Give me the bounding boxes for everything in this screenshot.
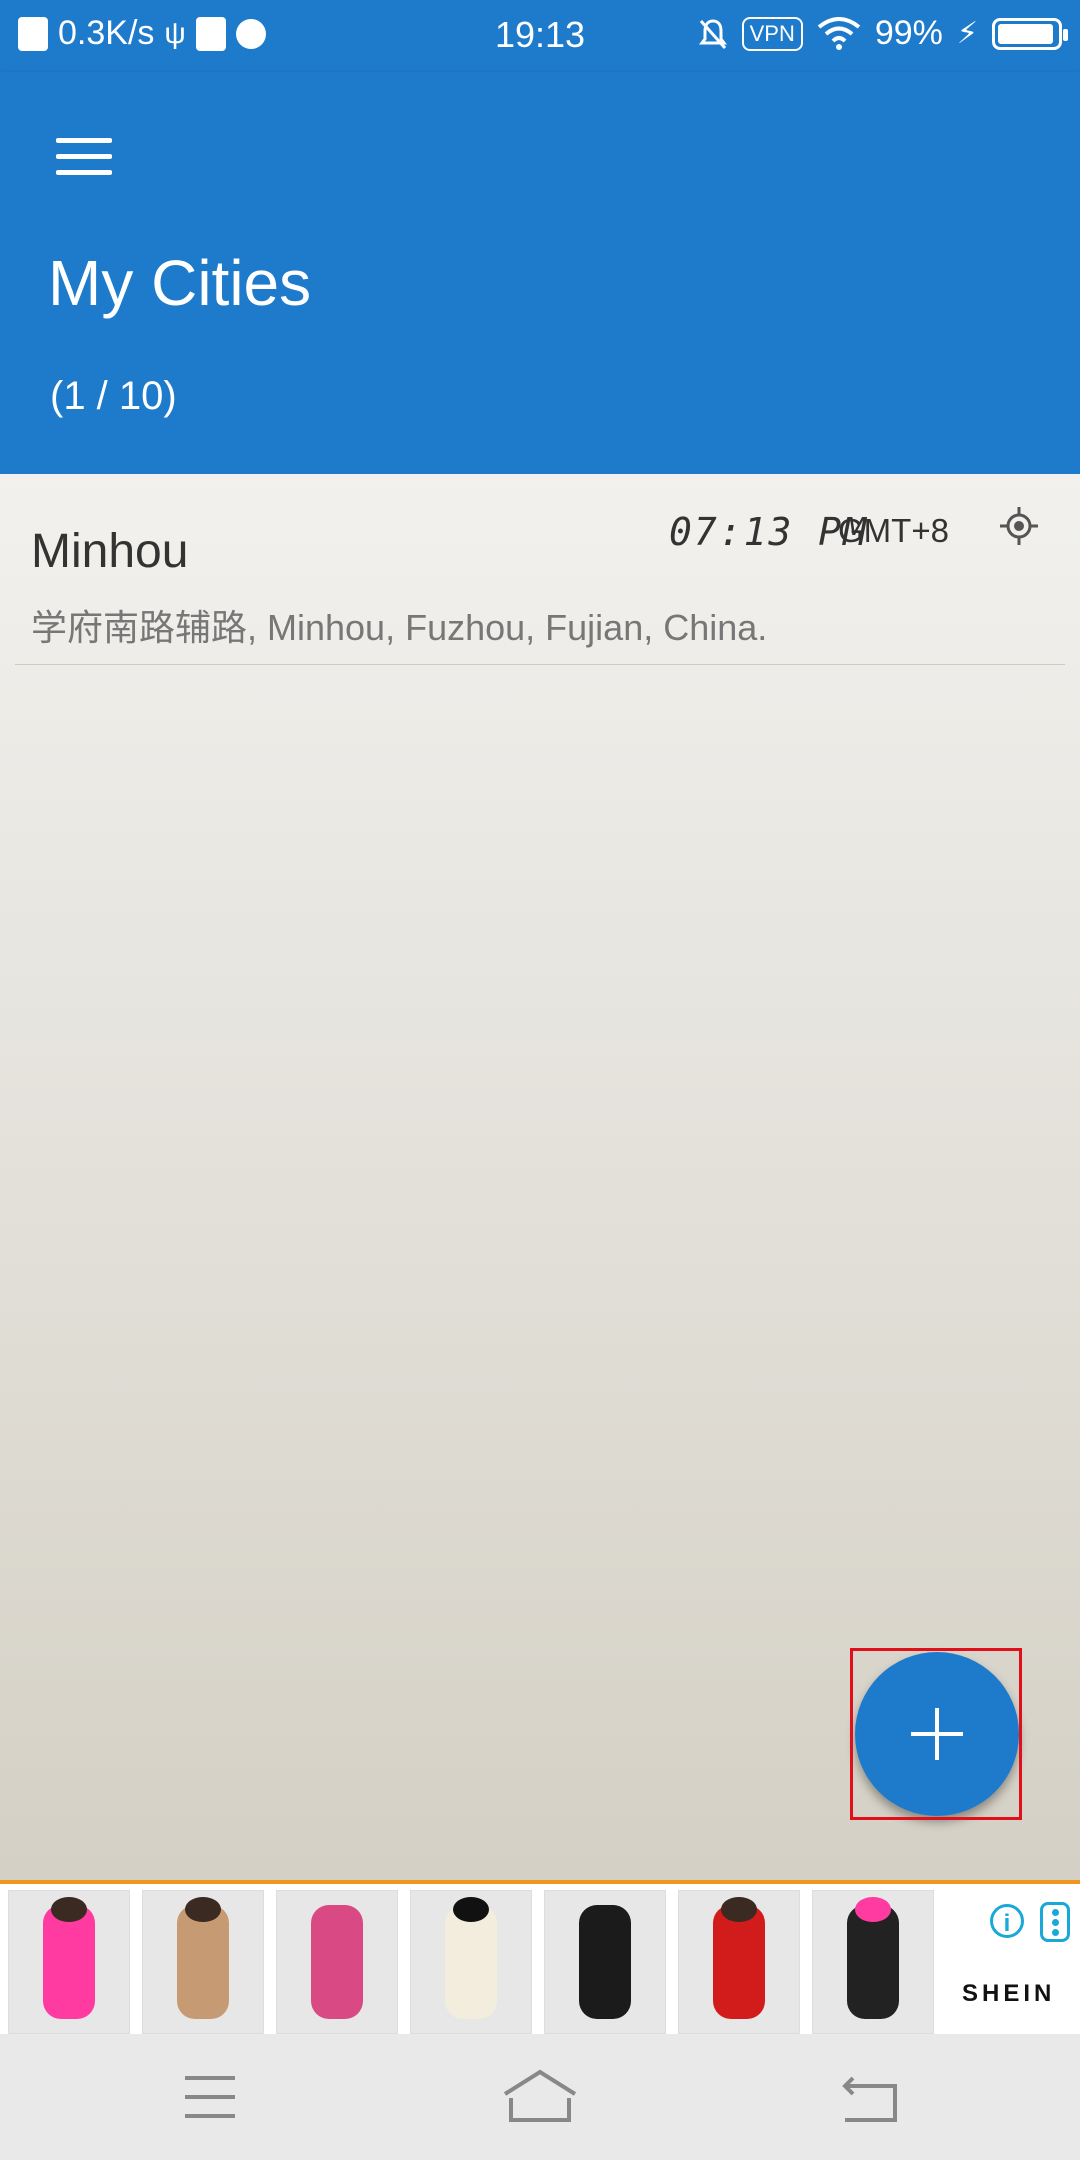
app-bar: My Cities (1 / 10) bbox=[0, 72, 1080, 474]
page-title: My Cities bbox=[48, 247, 312, 319]
city-list-item[interactable]: Minhou 07:13 PM GMT+8 学府南路辅路, Minhou, Fu… bbox=[15, 474, 1065, 665]
status-bar: 0.3K/s ψ 19:13 VPN 99% ⚡ bbox=[0, 0, 1080, 72]
battery-percent: 99% bbox=[874, 14, 943, 52]
ad-product-image[interactable] bbox=[410, 1890, 532, 2034]
status-right: VPN 99% ⚡ bbox=[698, 14, 1068, 53]
city-count: (1 / 10) bbox=[50, 374, 177, 418]
ad-product-image[interactable] bbox=[276, 1890, 398, 2034]
charging-icon: ⚡ bbox=[956, 17, 978, 50]
menu-icon[interactable] bbox=[165, 2064, 255, 2130]
vpn-icon: VPN bbox=[741, 16, 803, 51]
highlight-box bbox=[850, 1648, 1022, 1820]
ad-brand: SHEIN bbox=[962, 1980, 1056, 2007]
home-icon[interactable] bbox=[495, 2064, 585, 2130]
city-name: Minhou bbox=[31, 525, 189, 578]
city-address: 学府南路辅路, Minhou, Fuzhou, Fujian, China. bbox=[31, 607, 768, 648]
back-icon[interactable] bbox=[825, 2064, 915, 2130]
more-options-icon[interactable] bbox=[1040, 1902, 1070, 1942]
ad-product-image[interactable] bbox=[8, 1890, 130, 2034]
my-location-icon[interactable] bbox=[997, 504, 1041, 548]
hamburger-menu-icon[interactable] bbox=[56, 136, 112, 176]
info-icon[interactable]: i bbox=[990, 1904, 1024, 1938]
city-timezone: GMT+8 bbox=[838, 512, 949, 549]
ad-product-image[interactable] bbox=[142, 1890, 264, 2034]
ad-product-image[interactable] bbox=[678, 1890, 800, 2034]
battery-icon bbox=[992, 17, 1068, 50]
system-nav-bar bbox=[0, 2034, 1080, 2160]
wifi-icon bbox=[817, 16, 861, 50]
ad-product-image[interactable] bbox=[544, 1890, 666, 2034]
ad-banner[interactable]: i SHEIN bbox=[0, 1880, 1080, 2034]
ad-product-image[interactable] bbox=[812, 1890, 934, 2034]
mute-icon bbox=[698, 18, 727, 49]
